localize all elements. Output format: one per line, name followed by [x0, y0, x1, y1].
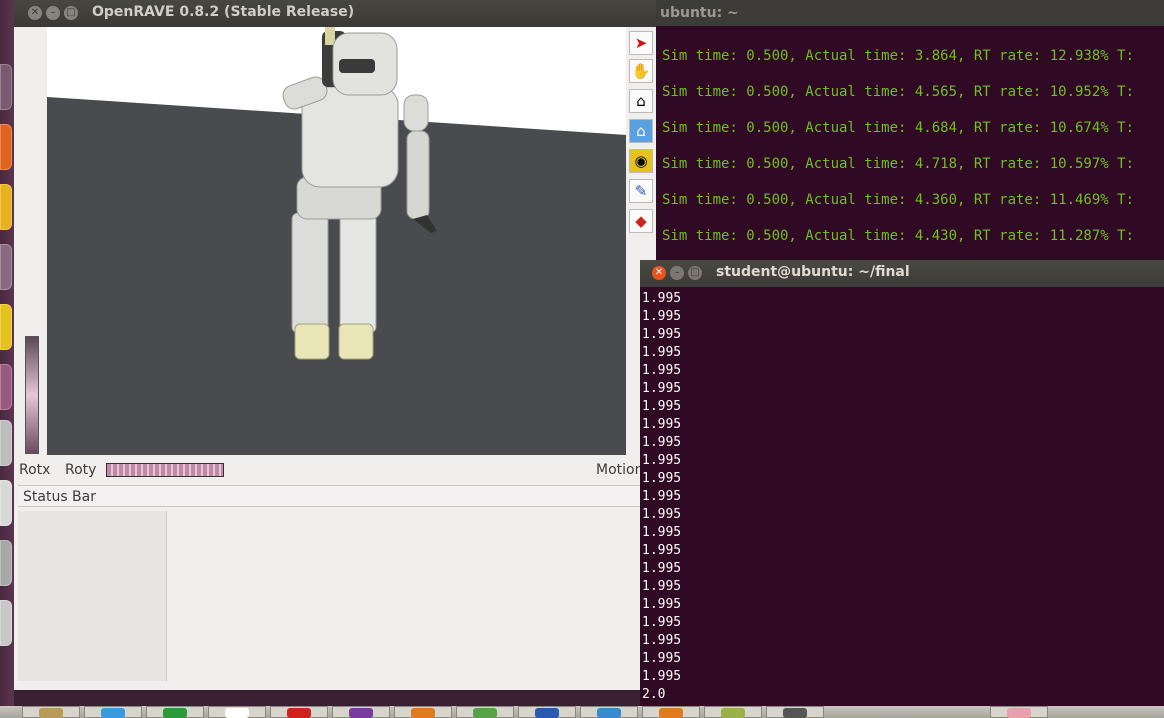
terminal-line: 1.995: [642, 327, 682, 342]
depth-slider[interactable]: [25, 336, 39, 454]
launcher-app-icon[interactable]: [0, 364, 12, 410]
terminal-line: 1.995: [642, 381, 682, 396]
taskbar: [0, 706, 1164, 718]
taskbar-item[interactable]: [270, 706, 328, 718]
terminal-line: 1.995: [642, 471, 682, 486]
sim-line: Sim time: 0.500, Actual time: 3.864, RT …: [662, 48, 1135, 64]
taskbar-item[interactable]: [642, 706, 700, 718]
taskbar-item[interactable]: [580, 706, 638, 718]
roty-label[interactable]: Roty: [65, 462, 96, 478]
rotx-label[interactable]: Rotx: [19, 462, 50, 478]
robot-scene: [47, 27, 627, 455]
motion-label: Motion: [596, 462, 644, 478]
launcher-app-icon[interactable]: [0, 480, 12, 526]
sim-line: Sim time: 0.500, Actual time: 4.718, RT …: [662, 156, 1135, 172]
sim-line: Sim time: 0.500, Actual time: 4.430, RT …: [662, 228, 1135, 244]
taskbar-item[interactable]: [704, 706, 762, 718]
launcher-app-icon[interactable]: [0, 184, 12, 230]
launcher-app-icon[interactable]: [0, 244, 12, 290]
openrave-title: OpenRAVE 0.8.2 (Stable Release): [92, 4, 355, 20]
terminal-line: 1.995: [642, 597, 682, 612]
3d-viewer[interactable]: [47, 27, 627, 455]
taskbar-item[interactable]: [456, 706, 514, 718]
terminal-title: student@ubuntu: ~/final: [716, 264, 910, 280]
viewer-controls: Rotx Roty Motion: [14, 458, 656, 484]
eye-view-icon[interactable]: ◉: [629, 149, 653, 173]
terminal-line: 1.995: [642, 345, 682, 360]
flashlight-icon[interactable]: ✎: [629, 179, 653, 203]
terminal-line: 1.995: [642, 651, 682, 666]
taskbar-item[interactable]: [84, 706, 142, 718]
select-arrow-icon[interactable]: ➤: [629, 31, 653, 55]
taskbar-item[interactable]: [518, 706, 576, 718]
close-icon[interactable]: ✕: [28, 6, 42, 20]
terminal-line: 1.995: [642, 579, 682, 594]
terminal-line: 1.995: [642, 363, 682, 378]
unity-launcher: [0, 0, 14, 718]
background-terminal-title: ubuntu: ~: [656, 0, 1164, 26]
terminal-line: 1.995: [642, 633, 682, 648]
lower-right-panel: [167, 511, 648, 681]
terminal-line: 1.995: [642, 507, 682, 522]
terminal-line: 2.0: [642, 687, 666, 702]
terminal-line: 1.995: [642, 291, 682, 306]
taskbar-item[interactable]: [332, 706, 390, 718]
collision-shield-icon[interactable]: ◆: [629, 209, 653, 233]
launcher-app-icon[interactable]: [0, 124, 12, 170]
openrave-window[interactable]: ✕ – □ OpenRAVE 0.8.2 (Stable Release) ➤ …: [14, 0, 656, 690]
maximize-icon[interactable]: □: [64, 6, 78, 20]
status-bar: Status Bar: [18, 485, 648, 507]
hand-pan-icon[interactable]: ✋: [629, 59, 653, 83]
terminal-output[interactable]: 1.995 1.995 1.995 1.995 1.995 1.995 1.995 1.995…: [642, 290, 1162, 704]
terminal-line: 1.995: [642, 399, 682, 414]
openrave-titlebar[interactable]: ✕ – □ OpenRAVE 0.8.2 (Stable Release): [14, 0, 656, 27]
sim-output: Sim time: 0.500, Actual time: 3.864, RT …: [662, 42, 1134, 258]
terminal-line: 1.995: [642, 561, 682, 576]
sim-line: Sim time: 0.500, Actual time: 4.565, RT …: [662, 84, 1135, 100]
maximize-icon[interactable]: □: [688, 266, 702, 280]
launcher-app-icon[interactable]: [0, 540, 12, 586]
close-icon[interactable]: ✕: [652, 266, 666, 280]
terminal-line: 1.995: [642, 489, 682, 504]
sim-line: Sim time: 0.500, Actual time: 4.360, RT …: [662, 192, 1135, 208]
launcher-app-icon[interactable]: [0, 420, 12, 466]
terminal-line: 1.995: [642, 543, 682, 558]
taskbar-item[interactable]: [990, 706, 1048, 718]
background-terminal-window[interactable]: ubuntu: ~ Sim time: 0.500, Actual time: …: [656, 0, 1164, 262]
launcher-app-icon[interactable]: [0, 600, 12, 646]
terminal-line: 1.995: [642, 669, 682, 684]
taskbar-item[interactable]: [766, 706, 824, 718]
terminal-line: 1.995: [642, 417, 682, 432]
terminal-line: 1.995: [642, 435, 682, 450]
terminal-window[interactable]: ✕ – □ student@ubuntu: ~/final 1.995 1.995…: [640, 260, 1164, 718]
taskbar-item[interactable]: [208, 706, 266, 718]
minimize-icon[interactable]: –: [46, 6, 60, 20]
roty-slider[interactable]: [106, 463, 224, 477]
launcher-app-icon[interactable]: [0, 304, 12, 350]
lower-left-panel: [18, 511, 167, 681]
taskbar-item[interactable]: [146, 706, 204, 718]
launcher-files-icon[interactable]: [0, 64, 12, 110]
terminal-line: 1.995: [642, 453, 682, 468]
terminal-line: 1.995: [642, 615, 682, 630]
terminal-line: 1.995: [642, 309, 682, 324]
terminal-line: 1.995: [642, 525, 682, 540]
home-view-icon[interactable]: ⌂: [629, 89, 653, 113]
camera-view-icon[interactable]: ⌂: [629, 119, 653, 143]
sim-line: Sim time: 0.500, Actual time: 4.684, RT …: [662, 120, 1135, 136]
taskbar-item[interactable]: [394, 706, 452, 718]
terminal-titlebar[interactable]: ✕ – □ student@ubuntu: ~/final: [640, 260, 1164, 287]
minimize-icon[interactable]: –: [670, 266, 684, 280]
taskbar-item[interactable]: [22, 706, 80, 718]
